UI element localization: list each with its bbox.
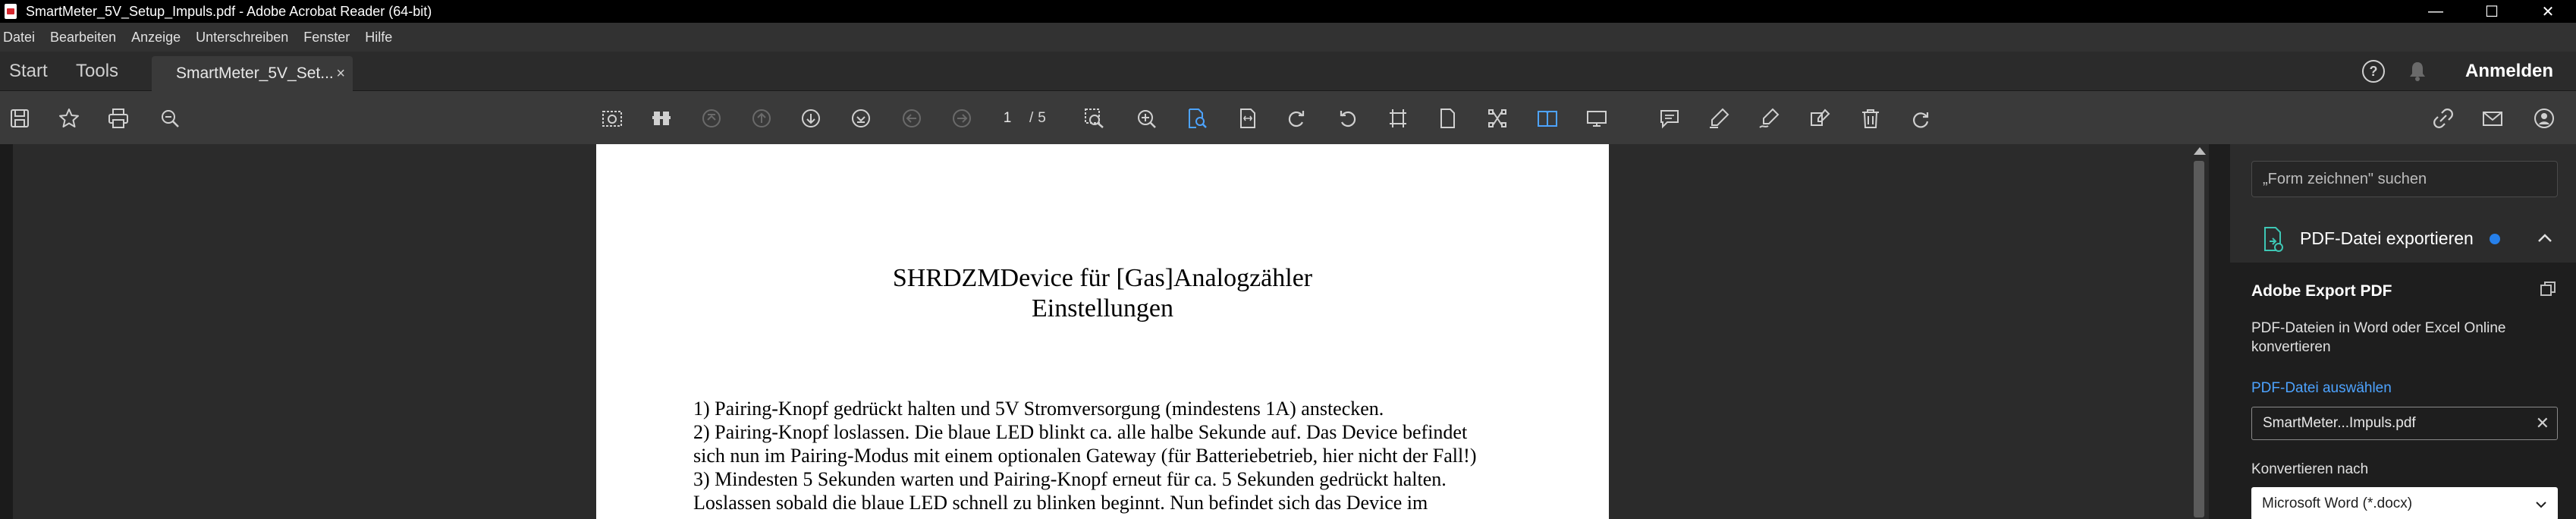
page-number-input[interactable] [990,106,1025,131]
redo-icon[interactable] [1907,105,1934,132]
toolbar: / 5 [0,91,2576,144]
document-line: 3) Mindesten 5 Sekunden warten und Pairi… [693,468,1447,490]
star-icon[interactable] [55,105,83,132]
snapshot-icon[interactable] [598,105,626,132]
selected-file-name: SmartMeter...Impuls.pdf [2263,415,2416,431]
chevron-down-icon [2535,498,2547,508]
page-separator: / [1029,110,1034,126]
fill-sign-icon[interactable] [1806,105,1833,132]
pdf-page: SHRDZMDevice für [Gas]Analogzähler Einst… [596,144,1609,519]
rotate-clockwise-icon[interactable] [1283,105,1311,132]
left-gutter [0,144,14,519]
select-pdf-link[interactable]: PDF-Datei auswählen [2251,380,2392,397]
scroll-thumb[interactable] [2194,161,2204,517]
first-page-icon[interactable] [698,105,725,132]
chevron-up-icon[interactable] [2537,231,2553,246]
marquee-zoom-icon[interactable] [1081,105,1108,132]
export-pdf-header[interactable]: PDF-Datei exportieren [2230,214,2576,263]
single-page-icon[interactable] [1434,105,1461,132]
print-icon[interactable] [105,105,132,132]
export-pdf-icon [2262,226,2285,252]
close-window-button[interactable]: ✕ [2520,0,2576,23]
highlight-pen-icon[interactable] [1705,105,1733,132]
account-icon[interactable] [2530,105,2558,132]
scroll-up-arrow-icon[interactable] [2194,147,2206,155]
document-line: Loslassen sobald die blaue LED schnell z… [693,492,1428,514]
draw-freehand-icon[interactable] [1755,105,1783,132]
acrobat-app-icon [5,4,17,19]
page-total: 5 [1038,110,1046,126]
premium-badge-icon [2490,234,2500,244]
full-screen-icon[interactable] [1583,105,1610,132]
zoom-in-icon[interactable] [1132,105,1160,132]
convert-format-select[interactable]: Microsoft Word (*.docx) [2251,487,2558,519]
tab-tools[interactable]: Tools [76,52,118,91]
back-view-icon[interactable] [898,105,925,132]
save-icon[interactable] [6,105,33,132]
forward-view-icon[interactable] [948,105,975,132]
tab-close-icon[interactable]: × [336,65,345,83]
minimize-button[interactable]: — [2408,0,2464,23]
tab-start[interactable]: Start [9,52,48,91]
vertical-scrollbar[interactable] [2191,144,2209,519]
tab-document-label: SmartMeter_5V_Set... [176,64,334,82]
help-icon[interactable]: ? [2361,60,2385,83]
document-line: 1) Pairing-Knopf gedrückt halten und 5V … [693,398,1384,420]
fit-page-icon[interactable] [1234,105,1261,132]
zoom-search-icon[interactable] [156,105,184,132]
next-page-icon[interactable] [797,105,825,132]
comment-icon[interactable] [1656,105,1683,132]
document-line: 2) Pairing-Knopf loslassen. Die blaue LE… [693,421,1468,443]
menu-fenster[interactable]: Fenster [302,27,351,49]
menu-unterschreiben[interactable]: Unterschreiben [194,27,290,49]
export-pdf-panel: Adobe Export PDF PDF-Dateien in Word ode… [2230,263,2576,519]
share-link-icon[interactable] [2430,105,2457,132]
tab-bar: Start Tools SmartMeter_5V_Set... × ? Anm… [0,52,2576,91]
title-bar: SmartMeter_5V_Setup_Impuls.pdf - Adobe A… [0,0,2576,23]
export-pdf-title: PDF-Datei exportieren [2300,228,2474,248]
document-body: 1) Pairing-Knopf gedrückt halten und 5V … [693,397,1566,514]
export-description: PDF-Dateien in Word oder Excel Online ko… [2251,320,2506,355]
tools-search-input[interactable] [2251,161,2558,197]
selected-file-field[interactable]: SmartMeter...Impuls.pdf ✕ [2251,407,2558,440]
crop-page-icon[interactable] [1384,105,1412,132]
document-title: SHRDZMDevice für [Gas]Analogzähler Einst… [596,263,1609,324]
maximize-button[interactable]: ☐ [2464,0,2520,23]
tools-pane: PDF-Datei exportieren Adobe Export PDF P… [2230,144,2576,519]
copy-icon[interactable] [2538,279,2558,299]
pane-divider [2209,144,2230,519]
prev-page-icon[interactable] [748,105,775,132]
convert-format-value: Microsoft Word (*.docx) [2262,495,2413,511]
stamp-icon[interactable] [648,105,675,132]
header-right: ? Anmelden [2361,52,2553,91]
find-text-icon[interactable] [1183,105,1211,132]
document-line: sich nun im Pairing-Modus mit einem opti… [693,445,1477,467]
rotate-counterclockwise-icon[interactable] [1334,105,1361,132]
export-panel-title: Adobe Export PDF [2251,282,2392,300]
document-viewport[interactable]: SHRDZMDevice für [Gas]Analogzähler Einst… [14,144,2191,519]
last-page-icon[interactable] [847,105,875,132]
menu-bearbeiten[interactable]: Bearbeiten [49,27,118,49]
window-controls: — ☐ ✕ [2408,0,2576,23]
menu-anzeige[interactable]: Anzeige [130,27,182,49]
clear-file-icon[interactable]: ✕ [2536,414,2549,433]
menu-hilfe[interactable]: Hilfe [363,27,394,49]
menu-bar: Datei Bearbeiten Anzeige Unterschreiben … [0,23,2576,52]
document-title-line-1: SHRDZMDevice für [Gas]Analogzähler [892,264,1313,292]
window-title: SmartMeter_5V_Setup_Impuls.pdf - Adobe A… [26,3,432,19]
delete-icon[interactable] [1857,105,1884,132]
document-title-line-2: Einstellungen [1032,294,1173,322]
email-icon[interactable] [2479,105,2506,132]
convert-to-label: Konvertieren nach [2251,461,2369,477]
reading-mode-icon[interactable] [1534,105,1561,132]
bell-icon[interactable] [2408,60,2427,83]
menu-datei[interactable]: Datei [2,27,36,49]
tab-document[interactable]: SmartMeter_5V_Set... × [152,56,353,91]
signin-button[interactable]: Anmelden [2465,61,2553,82]
page-navigation: / 5 [990,105,1046,132]
organize-pages-icon[interactable] [1484,105,1511,132]
